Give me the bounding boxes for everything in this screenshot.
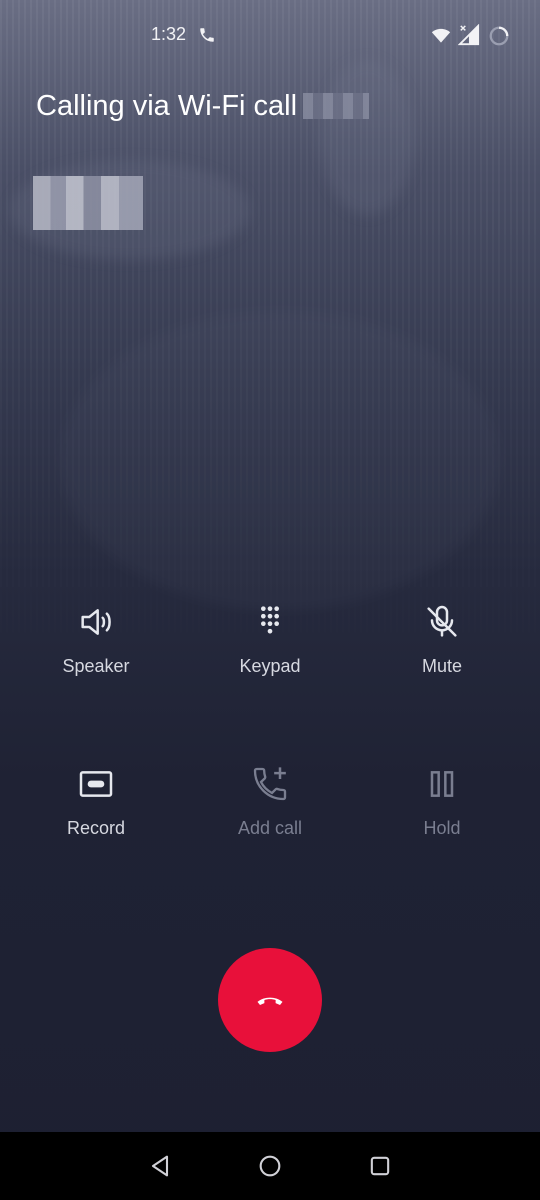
redacted-carrier [303, 93, 370, 119]
end-call-button[interactable] [218, 948, 322, 1052]
calling-status: Calling via Wi-Fi call [36, 90, 370, 123]
hold-label: Hold [423, 818, 461, 838]
keypad-button[interactable]: Keypad [180, 602, 360, 712]
navigation-bar [0, 1132, 540, 1200]
keypad-label: Keypad [239, 656, 301, 676]
background-blob [60, 310, 500, 610]
end-call-icon [257, 997, 283, 1005]
signal-icon [458, 24, 480, 46]
add-call-icon [253, 767, 287, 801]
wifi-icon [431, 28, 451, 43]
speaker-icon [81, 609, 111, 635]
mute-label: Mute [421, 656, 463, 676]
redacted-phone-number [33, 176, 143, 230]
hold-button[interactable]: Hold [352, 764, 532, 874]
record-label: Record [66, 818, 126, 838]
battery-icon [489, 26, 509, 46]
home-icon[interactable] [256, 1152, 284, 1180]
status-time: 1:32 [151, 24, 187, 44]
background-blob [320, 60, 415, 215]
mic-off-icon [427, 605, 457, 637]
phone-icon [200, 28, 214, 42]
status-bar: 1:32 [0, 0, 540, 72]
add-call-label: Add call [237, 818, 303, 838]
calling-text: Calling via Wi-Fi call [36, 90, 298, 122]
recents-icon[interactable] [366, 1152, 394, 1180]
record-icon [79, 771, 113, 797]
keypad-icon [261, 606, 279, 634]
record-button[interactable]: Record [6, 764, 186, 874]
speaker-label: Speaker [62, 656, 130, 676]
mute-button[interactable]: Mute [352, 602, 532, 712]
pause-icon [430, 771, 454, 797]
add-call-button[interactable]: Add call [180, 764, 360, 874]
speaker-button[interactable]: Speaker [6, 602, 186, 712]
back-icon[interactable] [146, 1152, 174, 1180]
